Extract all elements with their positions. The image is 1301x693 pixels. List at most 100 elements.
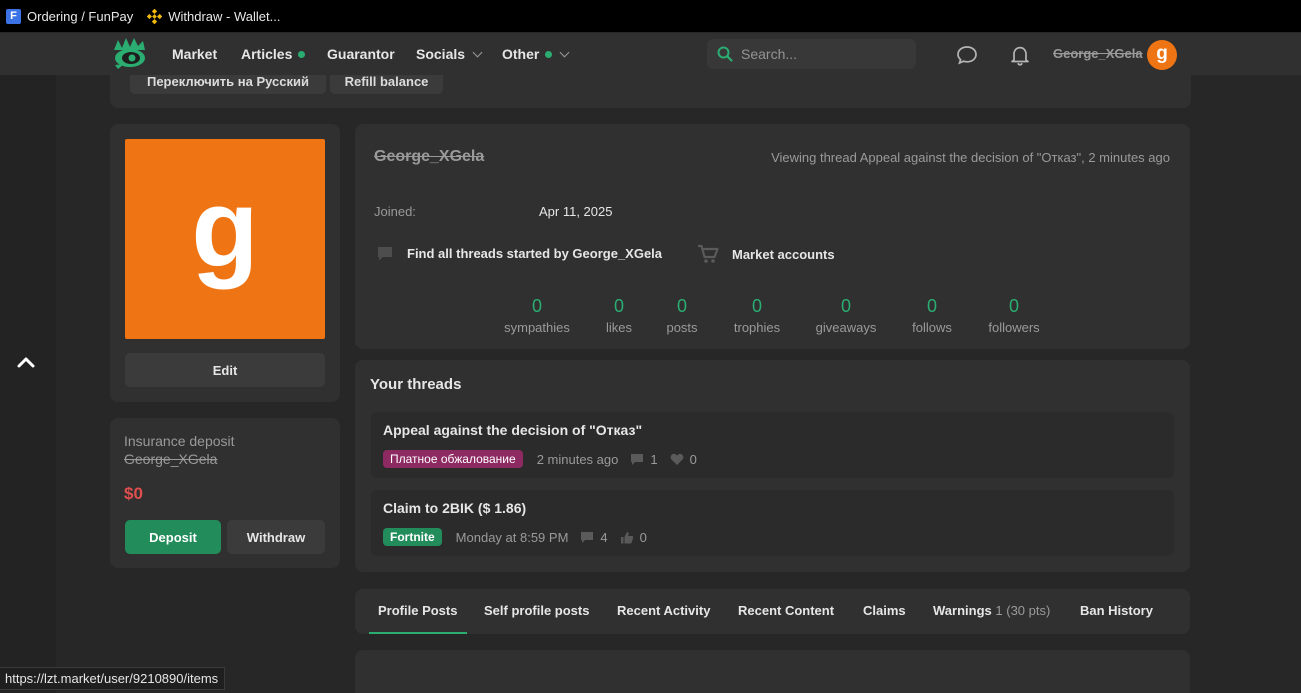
shopping-cart-icon — [698, 244, 719, 263]
chevron-down-icon — [472, 47, 483, 57]
site-header: Market Articles Guarantor Socials Other … — [0, 33, 1301, 75]
new-indicator-dot — [298, 50, 306, 58]
thread-title[interactable]: Appeal against the decision of "Отказ" — [383, 422, 642, 438]
replies-count: 4 — [580, 529, 608, 545]
edit-avatar-button[interactable]: Edit — [125, 353, 325, 387]
nav-guarantor[interactable]: Guarantor — [327, 46, 395, 62]
tab-warnings-label: Warnings — [933, 603, 992, 618]
comment-icon — [581, 531, 594, 543]
stat-label: sympathies — [504, 320, 570, 335]
tab-ban-history[interactable]: Ban History — [1080, 603, 1153, 618]
tab-warnings[interactable]: Warnings 1 (30 pts) — [933, 603, 1050, 618]
nav-socials[interactable]: Socials — [416, 46, 483, 62]
bookmark-funpay[interactable]: F Ordering / FunPay — [6, 8, 134, 24]
active-tab-indicator — [369, 632, 467, 634]
scroll-to-top-icon[interactable] — [16, 352, 36, 372]
bookmark-label: Withdraw - Wallet... — [168, 8, 281, 24]
chat-bubble-icon[interactable] — [956, 44, 978, 66]
find-threads-link[interactable]: Find all threads started by George_XGela — [376, 244, 662, 262]
bookmarks-bar: F Ordering / FunPay Withdraw - Wallet... — [0, 0, 1301, 32]
bookmark-label: Ordering / FunPay — [27, 8, 134, 24]
tab-self-profile-posts[interactable]: Self profile posts — [484, 603, 589, 618]
thread-item[interactable]: Appeal against the decision of "Отказ" П… — [371, 412, 1174, 478]
nav-market[interactable]: Market — [172, 46, 217, 62]
deposit-amount: $0 — [124, 484, 143, 503]
thread-item[interactable]: Claim to 2BIK ($ 1.86) Fortnite Monday a… — [371, 490, 1174, 556]
stat-follows[interactable]: 0 follows — [912, 295, 952, 335]
stat-posts[interactable]: 0 posts — [666, 295, 697, 335]
withdraw-button[interactable]: Withdraw — [227, 520, 325, 554]
likes-value: 0 — [689, 451, 697, 467]
header-username[interactable]: George_XGela — [1053, 46, 1143, 61]
thread-meta: Платное обжалование 2 minutes ago 1 0 — [383, 450, 697, 468]
thread-tag[interactable]: Платное обжалование — [383, 450, 523, 468]
comment-icon — [631, 453, 644, 465]
nav-label: Articles — [241, 46, 293, 62]
replies-value: 4 — [600, 529, 608, 545]
stat-value: 0 — [613, 296, 625, 316]
stat-value: 0 — [840, 296, 852, 316]
thread-tag[interactable]: Fortnite — [383, 528, 442, 546]
joined-label: Joined: — [374, 204, 416, 219]
stat-label: followers — [988, 320, 1040, 335]
site-logo-icon[interactable] — [112, 38, 148, 70]
stat-value: 0 — [676, 296, 688, 316]
thumbs-up-icon — [620, 531, 633, 543]
thread-time: 2 minutes ago — [536, 451, 619, 467]
warnings-points: (30 pts) — [1006, 603, 1051, 618]
stat-value: 0 — [926, 296, 937, 316]
stat-label: giveaways — [815, 320, 877, 335]
replies-count: 1 — [630, 451, 658, 467]
new-indicator-dot — [545, 50, 553, 58]
stat-label: likes — [605, 320, 633, 335]
binance-icon — [147, 8, 163, 24]
search-icon — [717, 46, 733, 62]
likes-count: 0 — [670, 452, 697, 467]
thread-time: Monday at 8:59 PM — [455, 529, 569, 545]
tab-claims[interactable]: Claims — [863, 603, 906, 618]
left-gutter — [0, 75, 56, 693]
warnings-count: 1 — [995, 603, 1003, 618]
deposit-button[interactable]: Deposit — [125, 520, 221, 554]
nav-label: Market — [172, 46, 218, 62]
thread-meta: Fortnite Monday at 8:59 PM 4 0 — [383, 528, 647, 546]
stat-trophies[interactable]: 0 trophies — [734, 295, 780, 335]
heart-icon — [670, 453, 683, 465]
funpay-icon: F — [6, 8, 21, 24]
status-bar-url: https://lzt.market/user/9210890/items — [0, 667, 226, 690]
tab-profile-posts[interactable]: Profile Posts — [378, 603, 457, 618]
likes-value: 0 — [639, 529, 647, 545]
tab-recent-content[interactable]: Recent Content — [738, 603, 834, 618]
nav-label: Other — [502, 46, 540, 62]
likes-count: 0 — [620, 530, 647, 545]
deposit-title: Insurance deposit — [124, 433, 235, 449]
stat-followers[interactable]: 0 followers — [988, 295, 1039, 335]
bell-icon[interactable] — [1009, 44, 1031, 66]
search-box[interactable] — [707, 39, 916, 69]
stat-giveaways[interactable]: 0 giveaways — [816, 295, 877, 335]
thread-title[interactable]: Claim to 2BIK ($ 1.86) — [383, 500, 526, 516]
deposit-username[interactable]: George_XGela — [124, 451, 217, 467]
tab-recent-activity[interactable]: Recent Activity — [617, 603, 710, 618]
nav-other[interactable]: Other — [502, 46, 570, 62]
find-threads-label: Find all threads started by George_XGela — [407, 245, 663, 261]
search-input[interactable] — [741, 46, 901, 62]
stat-sympathies[interactable]: 0 sympathies — [504, 295, 570, 335]
market-accounts-link[interactable]: Market accounts — [697, 244, 835, 264]
header-avatar[interactable]: g — [1147, 40, 1177, 70]
nav-articles[interactable]: Articles — [241, 46, 306, 62]
profile-tabs: Profile Posts Self profile posts Recent … — [355, 589, 1190, 634]
stat-value: 0 — [751, 296, 762, 316]
bookmark-binance[interactable]: Withdraw - Wallet... — [147, 8, 281, 24]
stat-likes[interactable]: 0 likes — [606, 295, 632, 335]
chevron-down-icon — [559, 47, 570, 57]
profile-username: George_XGela — [374, 148, 485, 165]
market-accounts-label: Market accounts — [732, 246, 835, 262]
threads-heading: Your threads — [370, 376, 462, 393]
replies-value: 1 — [650, 451, 658, 467]
stat-value: 0 — [1008, 296, 1020, 316]
current-activity[interactable]: Viewing thread Appeal against the decisi… — [771, 150, 1170, 165]
profile-avatar[interactable]: g — [125, 139, 325, 339]
stat-label: posts — [666, 320, 698, 335]
stat-label: follows — [912, 320, 952, 335]
